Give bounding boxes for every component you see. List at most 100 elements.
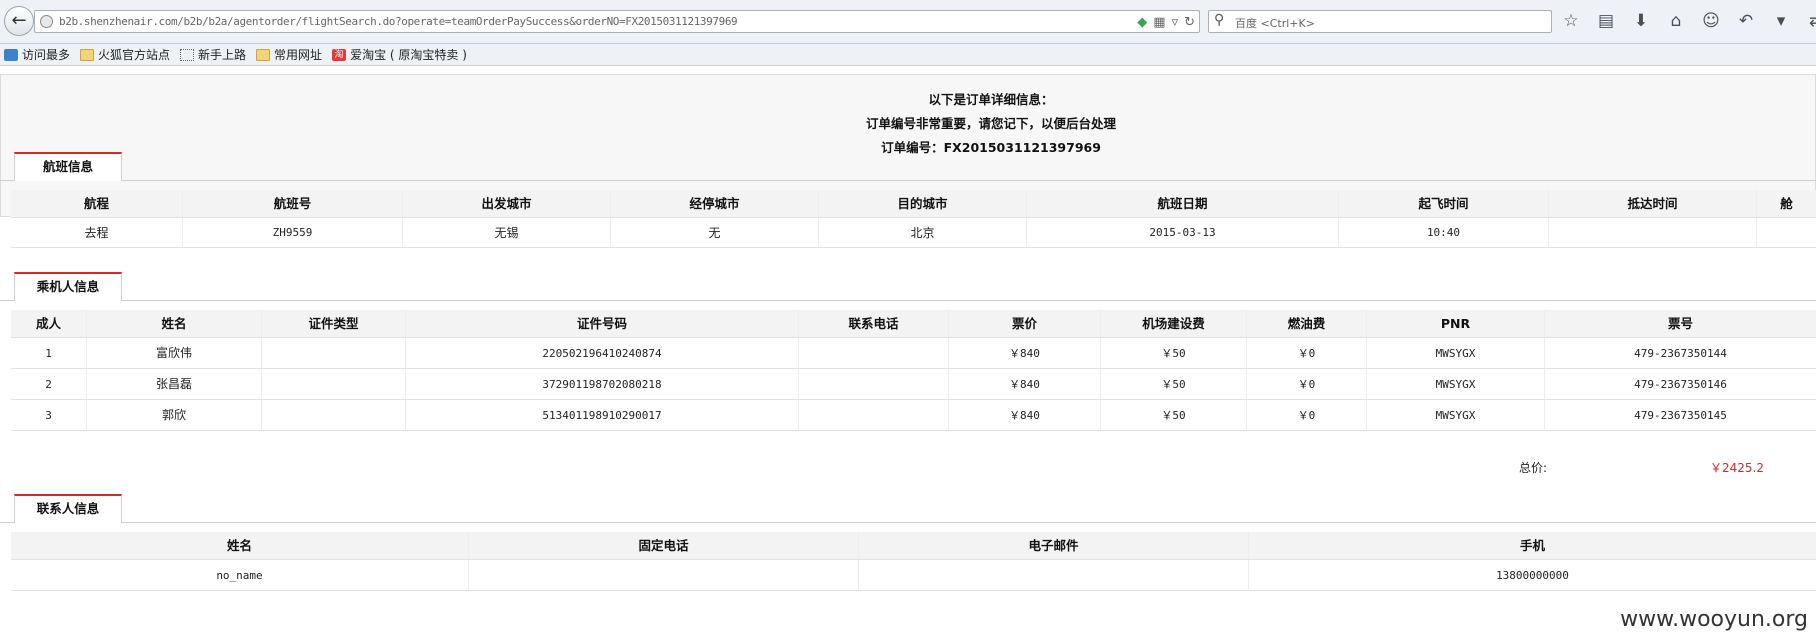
header-cell: 姓名 — [11, 532, 469, 559]
table-header-row: 姓名 固定电话 电子邮件 手机 — [11, 532, 1816, 560]
cell-departure: 无锡 — [403, 218, 611, 247]
header-cell: 联系电话 — [799, 310, 949, 337]
globe-icon — [40, 15, 53, 28]
magnifier-bookmark-icon — [4, 48, 18, 61]
table-header-row: 成人 姓名 证件类型 证件号码 联系电话 票价 机场建设费 燃油费 PNR 票号 — [11, 310, 1816, 338]
cell-destination: 北京 — [819, 218, 1027, 247]
table-row: 2 张昌磊 372901198702080218 ￥840 ￥50 ￥0 MWS… — [11, 369, 1816, 400]
header-cell: 目的城市 — [819, 190, 1027, 217]
header-cell: 经停城市 — [611, 190, 819, 217]
search-bar[interactable]: ⚲ 百度 <Ctrl+K> — [1208, 10, 1552, 33]
cell-airport-fee: ￥50 — [1101, 369, 1247, 399]
cell-airport-fee: ￥50 — [1101, 400, 1247, 430]
cell-trip: 去程 — [11, 218, 183, 247]
table-header-row: 航程 航班号 出发城市 经停城市 目的城市 航班日期 起飞时间 抵达时间 舱 — [11, 190, 1816, 218]
cell-id-number: 220502196410240874 — [406, 338, 799, 368]
cell-index: 2 — [11, 369, 87, 399]
cell-contact-name: no_name — [11, 560, 469, 590]
header-cell: 票价 — [949, 310, 1101, 337]
cell-ticket-no: 479-2367350146 — [1545, 369, 1816, 399]
header-cell: 起飞时间 — [1339, 190, 1549, 217]
back-arrow-icon[interactable]: ← — [4, 6, 34, 36]
header-cell: 固定电话 — [469, 532, 859, 559]
table-row: no_name 13800000000 — [11, 560, 1816, 591]
total-price-value: ￥2425.2 — [1710, 461, 1764, 475]
cell-stopover: 无 — [611, 218, 819, 247]
dropdown-arrow-icon[interactable]: ▿ — [1172, 15, 1179, 30]
cell-fuel-fee: ￥0 — [1247, 338, 1367, 368]
cell-phone — [799, 400, 949, 430]
cell-id-type — [262, 369, 406, 399]
url-bar-icons: ◆ ▦ ▿ ↻ — [1137, 13, 1195, 32]
download-icon[interactable]: ⬇ — [1630, 10, 1652, 32]
table-row: 去程 ZH9559 无锡 无 北京 2015-03-13 10:40 — [11, 218, 1816, 248]
tab-passenger-info[interactable]: 乘机人信息 — [14, 272, 122, 301]
menu-arrow-icon[interactable]: ▾ — [1770, 10, 1792, 32]
table-row: 1 富欣伟 220502196410240874 ￥840 ￥50 ￥0 MWS… — [11, 338, 1816, 369]
bookmark-label: 常用网址 — [274, 48, 323, 62]
notice-title: 以下是订单详细信息： — [928, 92, 1054, 107]
cell-index: 1 — [11, 338, 87, 368]
cell-fare: ￥840 — [949, 400, 1101, 430]
cell-fare: ￥840 — [949, 369, 1101, 399]
bookmark-label: 爱淘宝 ( 原淘宝特卖 ) — [350, 48, 467, 62]
header-cell: 机场建设费 — [1101, 310, 1247, 337]
cell-cabin — [1757, 218, 1816, 247]
url-text[interactable]: b2b.shenzhenair.com/b2b/b2a/agentorder/f… — [59, 15, 738, 28]
bookmark-common-urls[interactable]: 常用网址 — [256, 46, 322, 63]
bookmark-most-visited[interactable]: 访问最多 — [4, 46, 70, 63]
header-cell: 航程 — [11, 190, 183, 217]
cell-flight-no: ZH9559 — [183, 218, 403, 247]
cell-id-number: 513401198910290017 — [406, 400, 799, 430]
cell-index: 3 — [11, 400, 87, 430]
cell-id-type — [262, 338, 406, 368]
header-cell: 抵达时间 — [1549, 190, 1757, 217]
bookmark-taobao[interactable]: 淘 爱淘宝 ( 原淘宝特卖 ) — [332, 46, 467, 63]
tab-flight-info[interactable]: 航班信息 — [14, 152, 122, 181]
browser-nav-icons: ☆ ▤ ⬇ ⌂ ☺ ↶ ▾ ⇄ — [1560, 10, 1816, 32]
shield-icon[interactable]: ◆ — [1137, 15, 1147, 30]
browser-toolbar: ← b2b.shenzhenair.com/b2b/b2a/agentorder… — [0, 0, 1816, 44]
bookmark-firefox-site[interactable]: 火狐官方站点 — [80, 46, 170, 63]
header-cell: 出发城市 — [403, 190, 611, 217]
folder-icon — [256, 48, 271, 61]
reload-icon[interactable]: ↻ — [1184, 15, 1195, 30]
cell-name: 张昌磊 — [87, 369, 262, 399]
undo-icon[interactable]: ↶ — [1735, 10, 1757, 32]
header-cell: 证件号码 — [406, 310, 799, 337]
cell-date: 2015-03-13 — [1027, 218, 1339, 247]
bookmark-label: 新手上路 — [198, 48, 247, 62]
tab-divider — [0, 180, 1816, 181]
cell-name: 富欣伟 — [87, 338, 262, 368]
reading-list-icon[interactable]: ▤ — [1595, 10, 1617, 32]
cell-airport-fee: ￥50 — [1101, 338, 1247, 368]
table-row: 3 郭欣 513401198910290017 ￥840 ￥50 ￥0 MWSY… — [11, 400, 1816, 431]
order-number: 订单编号：FX2015031121397969 — [881, 140, 1101, 155]
search-placeholder[interactable]: 百度 <Ctrl+K> — [1235, 15, 1315, 31]
home-icon[interactable]: ⌂ — [1665, 10, 1687, 32]
bookmark-star-icon[interactable]: ☆ — [1560, 10, 1582, 32]
notice-warning: 订单编号非常重要，请您记下，以便后台处理 — [865, 116, 1116, 131]
cell-ticket-no: 479-2367350145 — [1545, 400, 1816, 430]
order-page: 以下是订单详细信息： 订单编号非常重要，请您记下，以便后台处理 订单编号：FX2… — [0, 66, 1816, 636]
header-cell: 票号 — [1545, 310, 1816, 337]
cell-ticket-no: 479-2367350144 — [1545, 338, 1816, 368]
tab-contact-info[interactable]: 联系人信息 — [14, 494, 122, 523]
sync-icon[interactable]: ⇄ — [1805, 10, 1816, 32]
taobao-icon: 淘 — [332, 48, 347, 61]
cell-name: 郭欣 — [87, 400, 262, 430]
dotted-page-icon — [180, 48, 195, 61]
cell-pnr: MWSYGX — [1367, 369, 1545, 399]
cell-departure-time: 10:40 — [1339, 218, 1549, 247]
header-cell: PNR — [1367, 310, 1545, 337]
bookmark-label: 访问最多 — [22, 48, 71, 62]
header-cell: 姓名 — [87, 310, 262, 337]
bookmark-label: 火狐官方站点 — [98, 48, 171, 62]
bookmark-getting-started[interactable]: 新手上路 — [180, 46, 246, 63]
smiley-icon[interactable]: ☺ — [1700, 10, 1722, 32]
cell-arrival-time — [1549, 218, 1757, 247]
address-bar[interactable]: b2b.shenzhenair.com/b2b/b2a/agentorder/f… — [34, 10, 1200, 33]
cell-id-type — [262, 400, 406, 430]
tab-divider — [0, 522, 1816, 523]
qr-code-icon[interactable]: ▦ — [1153, 15, 1165, 30]
